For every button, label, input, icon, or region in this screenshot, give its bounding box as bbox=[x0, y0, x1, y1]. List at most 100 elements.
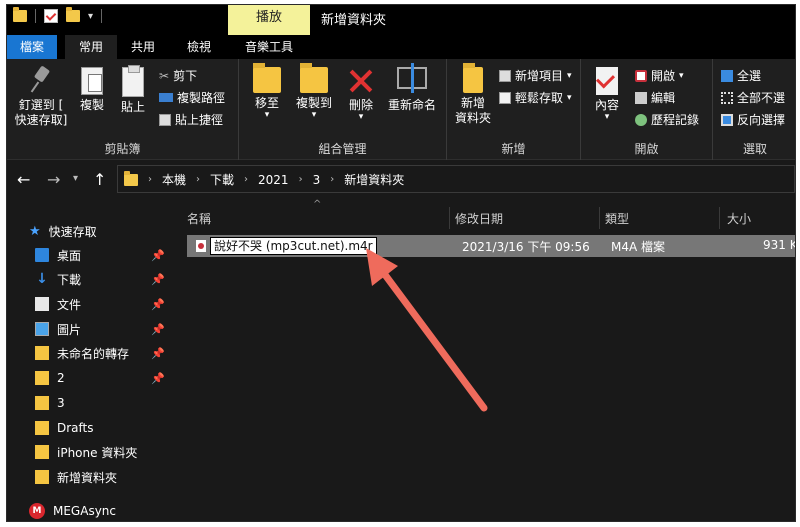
properties-check-icon[interactable] bbox=[44, 9, 58, 23]
pin-icon[interactable]: 📌 bbox=[151, 347, 165, 360]
properties-label: 內容 bbox=[594, 98, 619, 112]
nav-item-megasync[interactable]: M MEGAsync bbox=[29, 501, 116, 521]
breadcrumb-separator-icon[interactable]: › bbox=[299, 174, 303, 185]
nav-item-iphone-folder[interactable]: iPhone 資料夾 bbox=[35, 442, 137, 462]
forward-arrow-icon[interactable]: → bbox=[47, 170, 60, 189]
select-none-button[interactable]: 全部不選 bbox=[721, 89, 785, 106]
copy-button[interactable]: 複製 bbox=[73, 67, 111, 113]
pin-icon[interactable]: 📌 bbox=[151, 273, 165, 286]
history-label: 歷程記錄 bbox=[651, 113, 700, 127]
tab-view[interactable]: 檢視 bbox=[175, 35, 223, 59]
column-divider[interactable] bbox=[599, 207, 600, 229]
pin-to-quick-access-button[interactable]: 釘選到 [ 快速存取] bbox=[11, 67, 71, 128]
breadcrumb-downloads[interactable]: 下載 bbox=[210, 171, 234, 188]
copy-to-button[interactable]: 複製到 ▾ bbox=[291, 63, 337, 120]
breadcrumb-separator-icon[interactable]: › bbox=[196, 174, 200, 185]
column-type[interactable]: 類型 bbox=[605, 207, 715, 231]
rename-button[interactable]: 重新命名 bbox=[381, 63, 443, 113]
select-all-label: 全選 bbox=[737, 69, 762, 83]
edit-icon bbox=[635, 91, 647, 104]
column-divider[interactable] bbox=[719, 207, 720, 229]
history-button[interactable]: 歷程記錄 bbox=[635, 111, 699, 128]
edit-button[interactable]: 編輯 bbox=[635, 89, 675, 106]
cut-label: 剪下 bbox=[173, 69, 198, 83]
rename-box[interactable]: 說好不哭 (mp3cut.net).m4r bbox=[210, 237, 377, 255]
rename-icon bbox=[397, 63, 427, 93]
organize-group: 移至 ▾ 複製到 ▾ 刪除 ▾ 重新命名 組合管理 bbox=[239, 59, 447, 160]
dropdown-caret-icon: ▾ bbox=[567, 92, 572, 103]
pin-icon[interactable]: 📌 bbox=[151, 372, 165, 385]
nav-item-2[interactable]: 2 bbox=[35, 368, 65, 388]
tab-share[interactable]: 共用 bbox=[119, 35, 167, 59]
nav-item-drafts[interactable]: Drafts bbox=[35, 418, 94, 438]
nav-item-3[interactable]: 3 bbox=[35, 393, 65, 413]
column-size[interactable]: 大小 bbox=[727, 207, 787, 231]
tab-home[interactable]: 常用 bbox=[65, 35, 117, 59]
clipboard-group: 釘選到 [ 快速存取] 複製 貼上 ✂ 剪下 複製路徑 貼上捷徑 剪貼簿 bbox=[7, 59, 239, 160]
delete-button[interactable]: 刪除 ▾ bbox=[343, 67, 379, 122]
nav-item-downloads[interactable]: ↓ 下載 bbox=[35, 269, 81, 289]
properties-button[interactable]: 內容 ▾ bbox=[591, 67, 623, 122]
nav-item-unnamed-dump[interactable]: 未命名的轉存 bbox=[35, 343, 129, 363]
copy-icon bbox=[81, 67, 103, 95]
nav-item-new-folder[interactable]: 新增資料夾 bbox=[35, 467, 117, 487]
pin-icon[interactable]: 📌 bbox=[151, 249, 165, 262]
breadcrumb-this-pc[interactable]: 本機 bbox=[162, 171, 186, 188]
recent-locations-icon[interactable]: ▾ bbox=[73, 173, 78, 184]
new-folder-button[interactable]: 新增 資料夾 bbox=[451, 63, 495, 126]
select-none-icon bbox=[721, 91, 733, 104]
table-row[interactable]: 說好不哭 (mp3cut.net).m4r 2021/3/16 下午 09:56… bbox=[187, 235, 795, 257]
nav-item-pictures[interactable]: 圖片 bbox=[35, 319, 81, 339]
paste-label: 貼上 bbox=[120, 100, 145, 114]
invert-selection-icon bbox=[721, 113, 733, 126]
history-icon bbox=[635, 113, 647, 126]
breadcrumb-separator-icon[interactable]: › bbox=[148, 174, 152, 185]
cut-button[interactable]: ✂ 剪下 bbox=[159, 67, 197, 84]
customize-dropdown-icon[interactable]: ▾ bbox=[88, 11, 93, 22]
select-none-label: 全部不選 bbox=[737, 91, 786, 105]
breadcrumb-new-folder[interactable]: 新增資料夾 bbox=[344, 171, 404, 188]
open-button[interactable]: 開啟 ▾ bbox=[635, 67, 684, 84]
breadcrumb-3[interactable]: 3 bbox=[313, 173, 321, 187]
up-arrow-icon[interactable]: ↑ bbox=[93, 170, 106, 189]
nav-quick-access[interactable]: ★ 快速存取 bbox=[29, 221, 97, 241]
new-folder-icon[interactable] bbox=[66, 7, 80, 22]
open-group-label: 開啟 bbox=[634, 142, 659, 156]
open-icon bbox=[635, 69, 647, 82]
dropdown-caret-icon: ▾ bbox=[358, 112, 364, 122]
tab-file[interactable]: 檔案 bbox=[7, 35, 57, 59]
audio-file-icon bbox=[195, 239, 207, 253]
breadcrumb-2021[interactable]: 2021 bbox=[258, 173, 289, 187]
move-to-button[interactable]: 移至 ▾ bbox=[247, 63, 287, 120]
pin-icon bbox=[30, 67, 52, 95]
select-all-icon bbox=[721, 69, 733, 82]
new-folder-label-line1: 新增 bbox=[460, 96, 485, 110]
pin-icon[interactable]: 📌 bbox=[151, 323, 165, 336]
nav-item-desktop[interactable]: 桌面 bbox=[35, 245, 81, 265]
paste-shortcut-button[interactable]: 貼上捷徑 bbox=[159, 111, 223, 128]
breadcrumb-separator-icon[interactable]: › bbox=[244, 174, 248, 185]
back-arrow-icon[interactable]: ← bbox=[17, 170, 30, 189]
paste-button[interactable]: 貼上 bbox=[115, 65, 151, 115]
easy-access-button[interactable]: 輕鬆存取 ▾ bbox=[499, 89, 572, 106]
delete-x-icon bbox=[348, 67, 374, 95]
organize-group-label: 組合管理 bbox=[318, 142, 367, 156]
dropdown-caret-icon: ▾ bbox=[311, 110, 317, 120]
column-date[interactable]: 修改日期 bbox=[455, 207, 595, 231]
new-item-button[interactable]: 新增項目 ▾ bbox=[499, 67, 572, 84]
breadcrumb-separator-icon[interactable]: › bbox=[330, 174, 334, 185]
column-name[interactable]: 名稱 bbox=[187, 207, 447, 231]
invert-selection-button[interactable]: 反向選擇 bbox=[721, 111, 785, 128]
title-bar: ▾ 播放 新增資料夾 bbox=[7, 5, 795, 35]
breadcrumb: › 本機 › 下載 › 2021 › 3 › 新增資料夾 bbox=[124, 170, 404, 188]
address-bar[interactable]: › 本機 › 下載 › 2021 › 3 › 新增資料夾 bbox=[117, 165, 795, 193]
new-item-icon bbox=[499, 69, 511, 82]
dropdown-caret-icon: ▾ bbox=[604, 112, 610, 122]
file-type: M4A 檔案 bbox=[611, 240, 666, 254]
tab-music-tools[interactable]: 音樂工具 bbox=[228, 35, 310, 59]
nav-item-documents[interactable]: 文件 bbox=[35, 294, 81, 314]
select-all-button[interactable]: 全選 bbox=[721, 67, 761, 84]
copy-path-button[interactable]: 複製路徑 bbox=[159, 89, 225, 106]
pin-icon[interactable]: 📌 bbox=[151, 298, 165, 311]
column-divider[interactable] bbox=[449, 207, 450, 229]
